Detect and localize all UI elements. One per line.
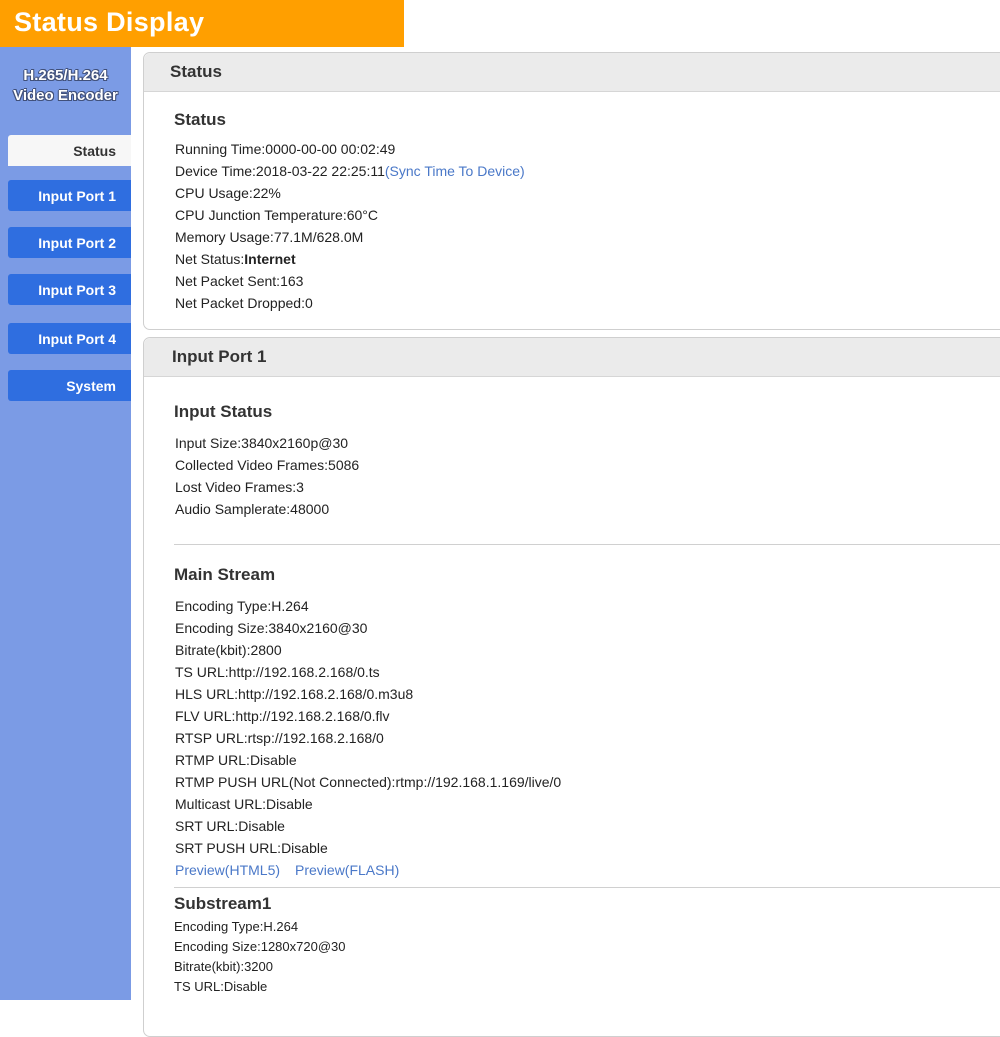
sidebar-item-status[interactable]: Status [8,135,131,166]
product-name-line1: H.265/H.264 [23,67,108,84]
status-section-title: Status [174,110,226,129]
main-srt-push-url-row: SRT PUSH URL:Disable [175,840,328,856]
net-packet-sent-row: Net Packet Sent:163 [175,273,303,289]
running-time-value: 0000-00-00 00:02:49 [265,141,396,157]
preview-flash-link[interactable]: Preview(FLASH) [295,862,399,878]
main-flv-url-row: FLV URL:http://192.168.2.168/0.flv [175,708,390,724]
cpu-usage-label: CPU Usage: [175,185,253,201]
net-status-label: Net Status: [175,251,245,267]
net-status-row: Net Status:Internet [175,251,296,267]
main-rtsp-url-row: RTSP URL:rtsp://192.168.2.168/0 [175,730,384,746]
collected-frames-row: Collected Video Frames:5086 [175,457,360,473]
cpu-usage-value: 22% [252,185,281,201]
title-bar: Status Display [0,0,404,47]
sidebar: H.265/H.264 Video Encoder Status Input P… [0,47,131,1000]
device-time-label: Device Time: [175,163,256,179]
substream1-title: Substream1 [174,894,272,913]
running-time-label: Running Time: [175,141,266,157]
sidebar-item-system[interactable]: System [8,370,131,401]
main-rtmp-push-url-row: RTMP PUSH URL(Not Connected):rtmp://192.… [175,774,562,790]
lost-frames-row: Lost Video Frames:3 [175,479,304,495]
sub-encoding-size-row: Encoding Size:1280x720@30 [174,939,346,954]
memory-usage-row: Memory Usage:77.1M/628.0M [175,229,363,245]
main-bitrate-row: Bitrate(kbit):2800 [175,642,282,658]
section-divider [174,544,1000,545]
net-status-value: Internet [244,251,296,267]
audio-samplerate-row: Audio Samplerate:48000 [175,501,330,517]
main-multicast-url-row: Multicast URL:Disable [175,796,313,812]
device-time-value: 2018-03-22 22:25:11 [255,163,385,179]
product-name: H.265/H.264 Video Encoder [0,66,131,106]
memory-usage-value: 77.1M/628.0M [273,229,364,245]
net-packet-dropped-label: Net Packet Dropped: [175,295,305,311]
sub-ts-url-row: TS URL:Disable [174,979,268,994]
cpu-temperature-value: 60°C [346,207,378,223]
main-ts-url-row: TS URL:http://192.168.2.168/0.ts [175,664,380,680]
sidebar-item-input-port-4[interactable]: Input Port 4 [8,323,131,354]
product-name-line2: Video Encoder [13,87,118,104]
device-time-row: Device Time:2018-03-22 22:25:11(Sync Tim… [175,163,525,179]
main-encoding-type-row: Encoding Type:H.264 [175,598,309,614]
input-size-row: Input Size:3840x2160p@30 [175,435,349,451]
sidebar-item-input-port-3[interactable]: Input Port 3 [8,274,131,305]
main-stream-title: Main Stream [174,565,276,584]
sync-time-link[interactable]: (Sync Time To Device) [385,163,525,179]
input-port-panel-header: Input Port 1 [144,338,1000,377]
cpu-temperature-row: CPU Junction Temperature:60°C [175,207,378,223]
status-panel-header: Status [144,53,1000,92]
sub-encoding-type-row: Encoding Type:H.264 [174,919,299,934]
net-packet-dropped-value: 0 [304,295,313,311]
sidebar-item-input-port-2[interactable]: Input Port 2 [8,227,131,258]
cpu-usage-row: CPU Usage:22% [175,185,281,201]
sidebar-item-input-port-1[interactable]: Input Port 1 [8,180,131,211]
main-hls-url-row: HLS URL:http://192.168.2.168/0.m3u8 [175,686,414,702]
page-title: Status Display [14,7,205,37]
net-packet-dropped-row: Net Packet Dropped:0 [175,295,313,311]
cpu-temperature-label: CPU Junction Temperature: [175,207,347,223]
preview-html5-link[interactable]: Preview(HTML5) [175,862,280,878]
net-packet-sent-label: Net Packet Sent: [175,273,281,289]
sub-bitrate-row: Bitrate(kbit):3200 [174,959,273,974]
section-divider [174,887,1000,888]
running-time-row: Running Time:0000-00-00 00:02:49 [175,141,395,157]
main-srt-url-row: SRT URL:Disable [175,818,285,834]
main-rtmp-url-row: RTMP URL:Disable [175,752,297,768]
memory-usage-label: Memory Usage: [175,229,274,245]
preview-links-row: Preview(HTML5) Preview(FLASH) [175,862,399,878]
net-packet-sent-value: 163 [280,273,304,289]
input-status-title: Input Status [174,402,273,421]
main-encoding-size-row: Encoding Size:3840x2160@30 [175,620,368,636]
